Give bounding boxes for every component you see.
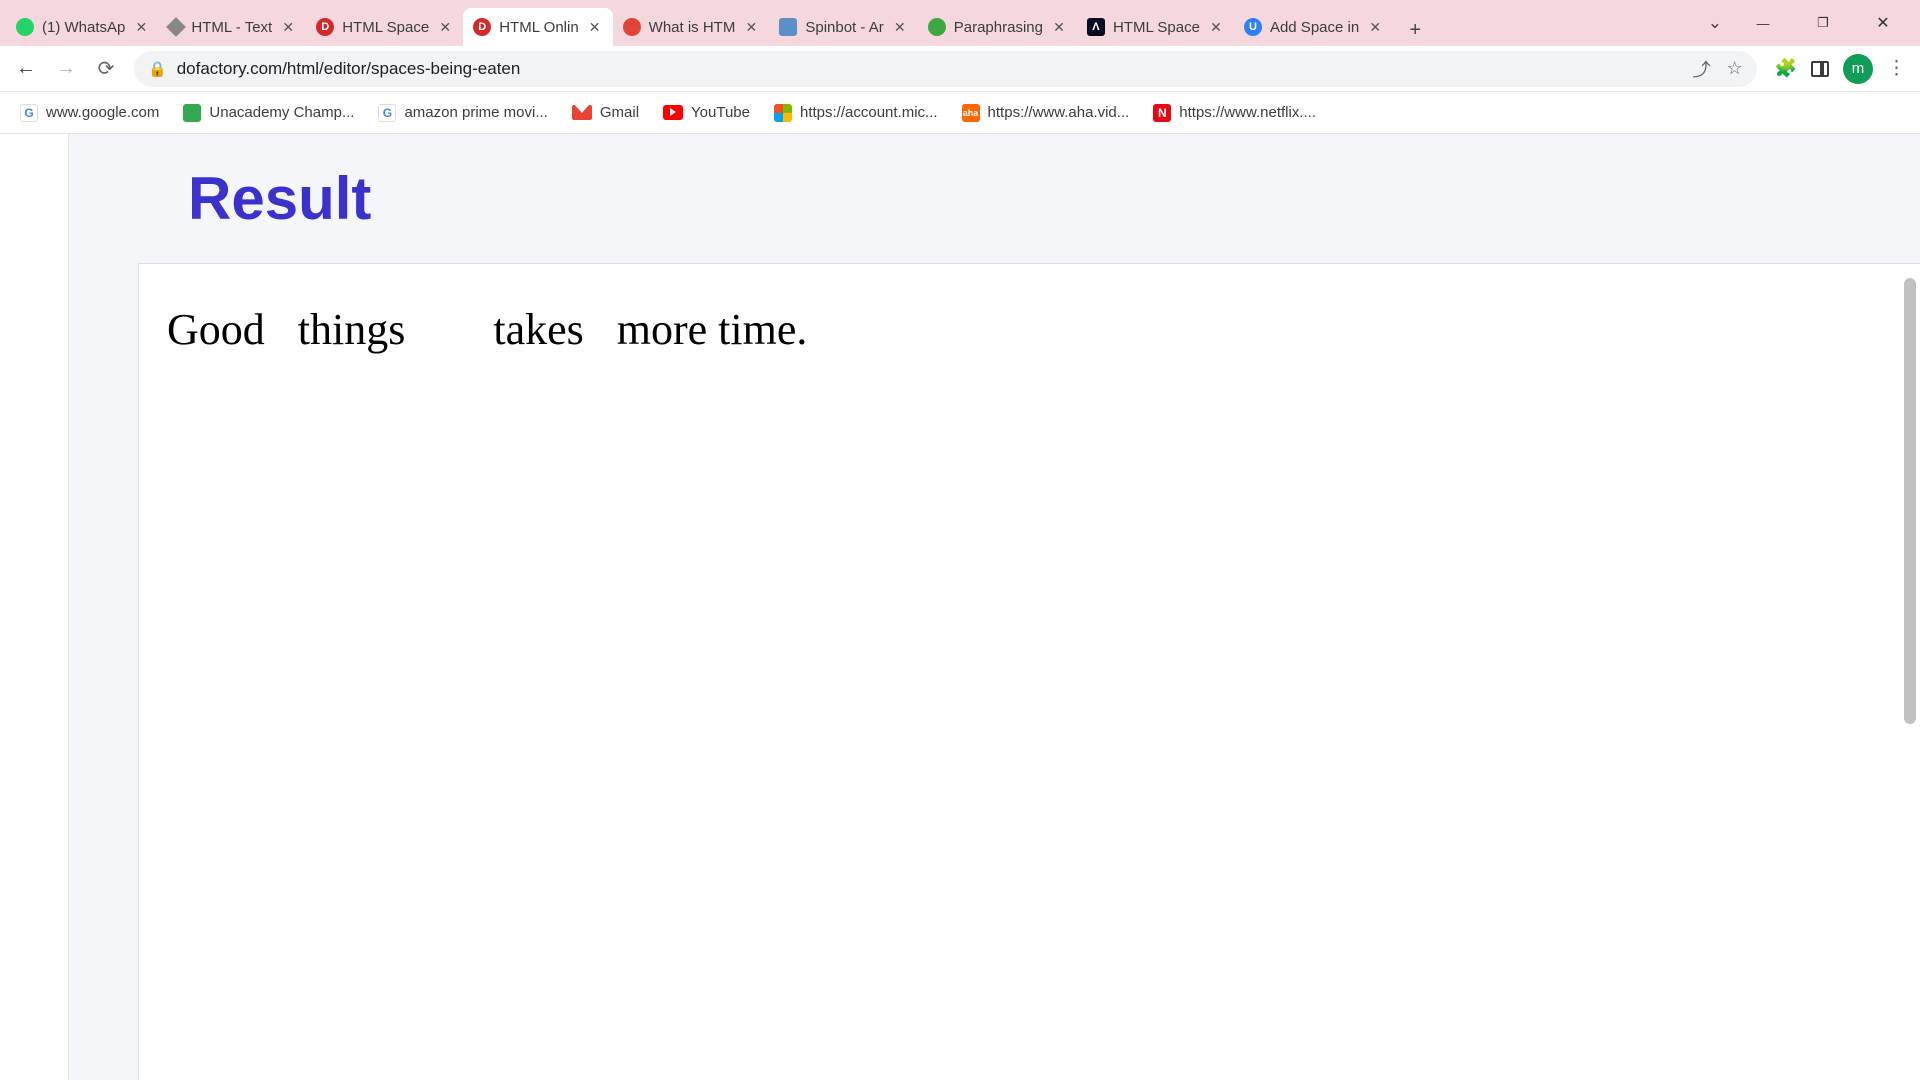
bookmark-star-icon[interactable]: ☆: [1726, 58, 1742, 79]
freecodecamp-icon: Λ: [1087, 18, 1105, 36]
vertical-scrollbar[interactable]: [1902, 268, 1918, 1078]
tab-freecodecamp[interactable]: Λ HTML Space ✕: [1077, 8, 1234, 46]
url-text: dofactory.com/html/editor/spaces-being-e…: [177, 59, 521, 79]
bookmark-unacademy[interactable]: Unacademy Champ...: [175, 99, 362, 127]
new-tab-button[interactable]: +: [1399, 14, 1431, 46]
browser-tab-bar: (1) WhatsAp ✕ HTML - Text ✕ D HTML Space…: [0, 0, 1920, 46]
bookmark-google[interactable]: www.google.com: [12, 99, 167, 127]
close-icon[interactable]: ✕: [587, 19, 603, 36]
aha-icon: aha: [962, 104, 980, 122]
bookmark-microsoft-account[interactable]: https://account.mic...: [766, 99, 946, 127]
editor-left-panel: [0, 134, 69, 1080]
tab-paraphrasing[interactable]: Paraphrasing ✕: [918, 8, 1077, 46]
tab-title: HTML Space: [342, 19, 429, 36]
share-icon[interactable]: ⤴: [1692, 56, 1710, 82]
extensions-icon[interactable]: 🧩: [1775, 58, 1797, 79]
result-header: Result: [138, 134, 1920, 263]
output-text: Good things takes more time.: [167, 304, 1892, 355]
close-icon[interactable]: ✕: [1367, 19, 1383, 36]
tab-unacademy[interactable]: U Add Space in ✕: [1234, 8, 1393, 46]
tab-html-space[interactable]: D HTML Space ✕: [306, 8, 463, 46]
microsoft-icon: [774, 104, 792, 122]
unacademy-icon: U: [1244, 18, 1262, 36]
profile-avatar[interactable]: m: [1843, 54, 1873, 84]
close-icon[interactable]: ✕: [133, 19, 149, 36]
bookmark-label: amazon prime movi...: [404, 104, 547, 121]
side-panel-icon[interactable]: [1811, 61, 1829, 77]
tab-what-is-html[interactable]: What is HTM ✕: [613, 8, 770, 46]
bookmark-label: https://account.mic...: [800, 104, 938, 121]
tab-bar-right: ⌄ — ❐ ✕: [1708, 8, 1914, 46]
google-icon: [378, 104, 396, 122]
close-icon[interactable]: ✕: [743, 19, 759, 36]
gmail-icon: [572, 105, 592, 120]
page-viewport: Result Good things takes more time.: [0, 134, 1920, 1080]
bookmark-amazon-prime[interactable]: amazon prime movi...: [370, 99, 555, 127]
result-output-area: Good things takes more time.: [138, 263, 1920, 1080]
result-heading: Result: [188, 164, 1920, 233]
tab-title: (1) WhatsAp: [42, 19, 125, 36]
tab-html-online-active[interactable]: D HTML Onlin ✕: [463, 8, 612, 46]
bookmark-gmail[interactable]: Gmail: [564, 99, 647, 126]
tab-title: Spinbot - Ar: [805, 19, 883, 36]
tab-title: HTML Onlin: [499, 19, 578, 36]
close-icon[interactable]: ✕: [1051, 19, 1067, 36]
opera-icon: [623, 18, 641, 36]
bookmark-aha[interactable]: aha https://www.aha.vid...: [954, 99, 1138, 127]
whatsapp-icon: [16, 18, 34, 36]
bookmark-label: https://www.netflix....: [1179, 104, 1316, 121]
browser-toolbar: ← → ⟳ 🔒 dofactory.com/html/editor/spaces…: [0, 46, 1920, 92]
address-bar[interactable]: 🔒 dofactory.com/html/editor/spaces-being…: [134, 51, 1757, 87]
netflix-icon: N: [1153, 104, 1171, 122]
editor-gutter: [69, 134, 138, 1080]
back-button[interactable]: ←: [8, 51, 44, 87]
close-icon[interactable]: ✕: [437, 19, 453, 36]
lock-icon[interactable]: 🔒: [148, 60, 167, 78]
tab-whatsapp[interactable]: (1) WhatsAp ✕: [6, 8, 159, 46]
close-window-button[interactable]: ✕: [1864, 8, 1902, 38]
bookmark-label: Unacademy Champ...: [209, 104, 354, 121]
bookmarks-bar: www.google.com Unacademy Champ... amazon…: [0, 92, 1920, 134]
unacademy-icon: [183, 104, 201, 122]
close-icon[interactable]: ✕: [1208, 19, 1224, 36]
google-icon: [20, 104, 38, 122]
dofactory-icon: D: [316, 18, 334, 36]
omnibox-actions: ⤴ ☆: [1692, 56, 1742, 82]
maximize-button[interactable]: ❐: [1804, 8, 1842, 38]
tab-title: Paraphrasing: [954, 19, 1043, 36]
kebab-menu-icon[interactable]: ⋮: [1887, 57, 1906, 80]
paraphrase-icon: [928, 18, 946, 36]
close-icon[interactable]: ✕: [892, 19, 908, 36]
spinbot-icon: [779, 18, 797, 36]
bookmark-label: Gmail: [600, 104, 639, 121]
minimize-button[interactable]: —: [1744, 8, 1782, 38]
close-icon[interactable]: ✕: [280, 19, 296, 36]
forward-button[interactable]: →: [48, 51, 84, 87]
bookmark-youtube[interactable]: YouTube: [655, 99, 758, 126]
reload-button[interactable]: ⟳: [88, 51, 124, 87]
diamond-icon: [166, 17, 186, 37]
bookmark-label: YouTube: [691, 104, 750, 121]
dofactory-icon: D: [473, 18, 491, 36]
result-panel: Result Good things takes more time.: [138, 134, 1920, 1080]
toolbar-right-cluster: 🧩 m ⋮: [1767, 54, 1912, 84]
scrollbar-thumb[interactable]: [1904, 278, 1916, 724]
tab-html-text[interactable]: HTML - Text ✕: [159, 8, 306, 46]
bookmark-label: https://www.aha.vid...: [988, 104, 1130, 121]
tab-title: Add Space in: [1270, 19, 1359, 36]
tab-spinbot[interactable]: Spinbot - Ar ✕: [769, 8, 917, 46]
tab-title: What is HTM: [649, 19, 736, 36]
bookmark-label: www.google.com: [46, 104, 159, 121]
tab-title: HTML - Text: [191, 19, 272, 36]
tab-search-chevron-icon[interactable]: ⌄: [1708, 13, 1722, 33]
tab-title: HTML Space: [1113, 19, 1200, 36]
bookmark-netflix[interactable]: N https://www.netflix....: [1145, 99, 1324, 127]
youtube-icon: [663, 105, 683, 120]
